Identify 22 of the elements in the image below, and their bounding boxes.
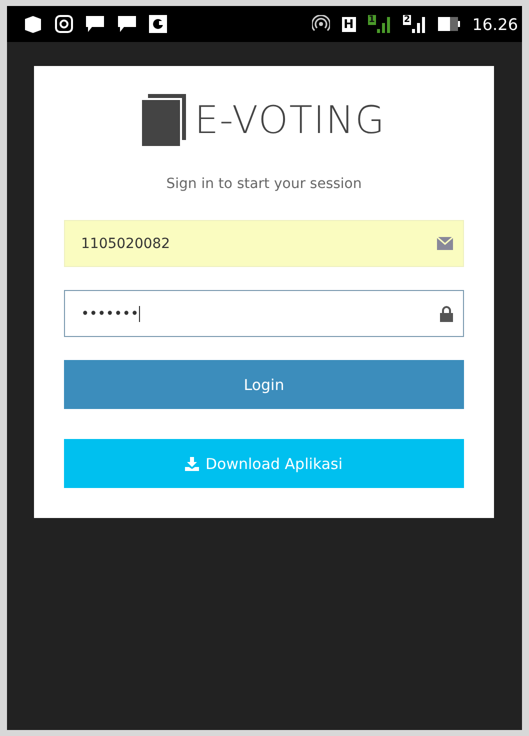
- app-icon: [149, 15, 167, 33]
- camera-icon: [55, 15, 73, 33]
- clock-time: 16.26: [472, 14, 518, 34]
- input-field[interactable]: •••••••: [64, 290, 464, 337]
- hotspot-icon: [312, 15, 330, 33]
- book-icon: [142, 94, 188, 146]
- input-field[interactable]: 1105020082: [64, 220, 464, 267]
- envelope-icon: [437, 237, 453, 250]
- chat-icon: [85, 15, 105, 33]
- chat-icon: [117, 15, 137, 33]
- signal-icon: [376, 15, 391, 33]
- box-icon: [23, 15, 43, 33]
- login-message: Sign in to start your session: [166, 176, 362, 192]
- sim-label: 2: [402, 15, 412, 25]
- download-icon: [185, 456, 200, 470]
- network-type-badge: H: [342, 16, 356, 32]
- app-title: E-VOTING: [194, 98, 386, 142]
- sim-label: 1: [368, 15, 376, 25]
- battery-icon: [438, 17, 460, 31]
- login-button[interactable]: Login: [64, 360, 464, 409]
- signal-icon: [412, 15, 426, 33]
- lock-icon: [440, 306, 453, 322]
